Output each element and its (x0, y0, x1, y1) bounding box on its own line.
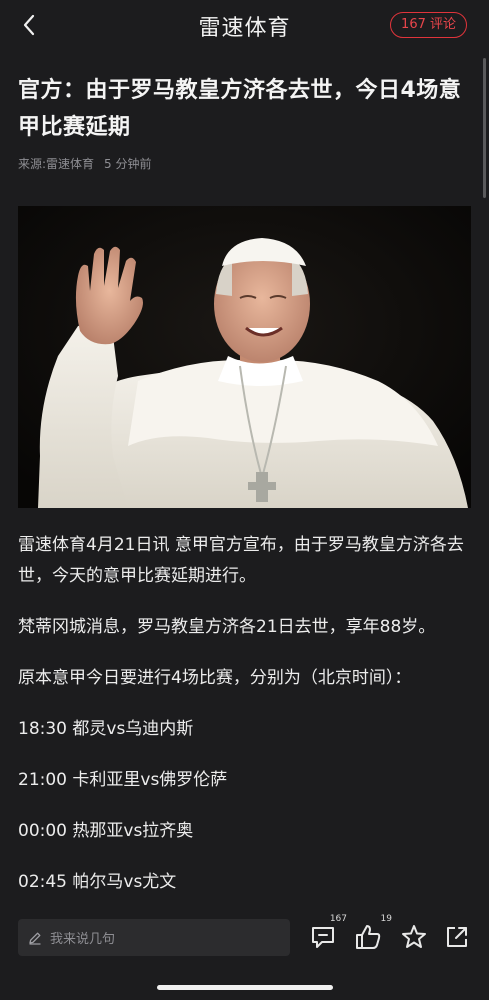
bottom-action-bar: 我来说几句 167 19 (0, 910, 489, 1000)
comment-input[interactable]: 我来说几句 (18, 919, 290, 956)
match-item: 02:45 帕尔马vs尤文 (18, 872, 177, 892)
star-icon (402, 925, 426, 948)
share-icon (447, 927, 467, 947)
comment-button[interactable]: 167 (307, 914, 347, 954)
comment-count: 167 (329, 914, 347, 924)
pencil-icon (29, 932, 41, 945)
scrollbar[interactable] (483, 58, 486, 198)
article-source: 来源:雷速体育 (18, 157, 95, 171)
comment-icon (312, 927, 334, 948)
article-screen: 雷速体育 167 评论 官方：由于罗马教皇方济各去世，今日4场意甲比赛延期 来源… (0, 0, 489, 1000)
article-title: 官方：由于罗马教皇方济各去世，今日4场意甲比赛延期 (18, 78, 462, 140)
like-button[interactable]: 19 (352, 914, 392, 954)
top-nav-bar: 雷速体育 167 评论 (0, 0, 489, 52)
like-count: 19 (380, 914, 392, 924)
article-paragraph: 雷速体育4月21日讯 意甲官方宣布，由于罗马教皇方济各去世，今天的意甲比赛延期进… (18, 535, 464, 586)
comment-input-placeholder: 我来说几句 (50, 932, 116, 947)
match-item: 18:30 都灵vs乌迪内斯 (18, 719, 194, 739)
article-time: 5 分钟前 (104, 157, 152, 171)
match-item: 00:00 热那亚vs拉齐奥 (18, 821, 194, 841)
thumbs-up-icon (356, 925, 381, 949)
article-paragraph: 梵蒂冈城消息，罗马教皇方济各21日去世，享年88岁。 (18, 617, 436, 637)
share-button[interactable] (441, 920, 475, 954)
pope-photo (18, 206, 471, 508)
article-meta: 来源:雷速体育 5 分钟前 (18, 155, 470, 172)
article-paragraph: 原本意甲今日要进行4场比赛，分别为（北京时间）： (18, 668, 412, 688)
match-item: 21:00 卡利亚里vs佛罗伦萨 (18, 770, 228, 790)
article-hero-image[interactable] (18, 206, 471, 508)
favorite-button[interactable] (398, 920, 432, 954)
comment-count-badge[interactable]: 167 评论 (390, 12, 467, 38)
home-indicator[interactable] (157, 985, 333, 990)
article: 官方：由于罗马教皇方济各去世，今日4场意甲比赛延期 来源:雷速体育 5 分钟前 (18, 72, 471, 918)
article-body: 雷速体育4月21日讯 意甲官方宣布，由于罗马教皇方济各去世，今天的意甲比赛延期进… (18, 530, 470, 898)
